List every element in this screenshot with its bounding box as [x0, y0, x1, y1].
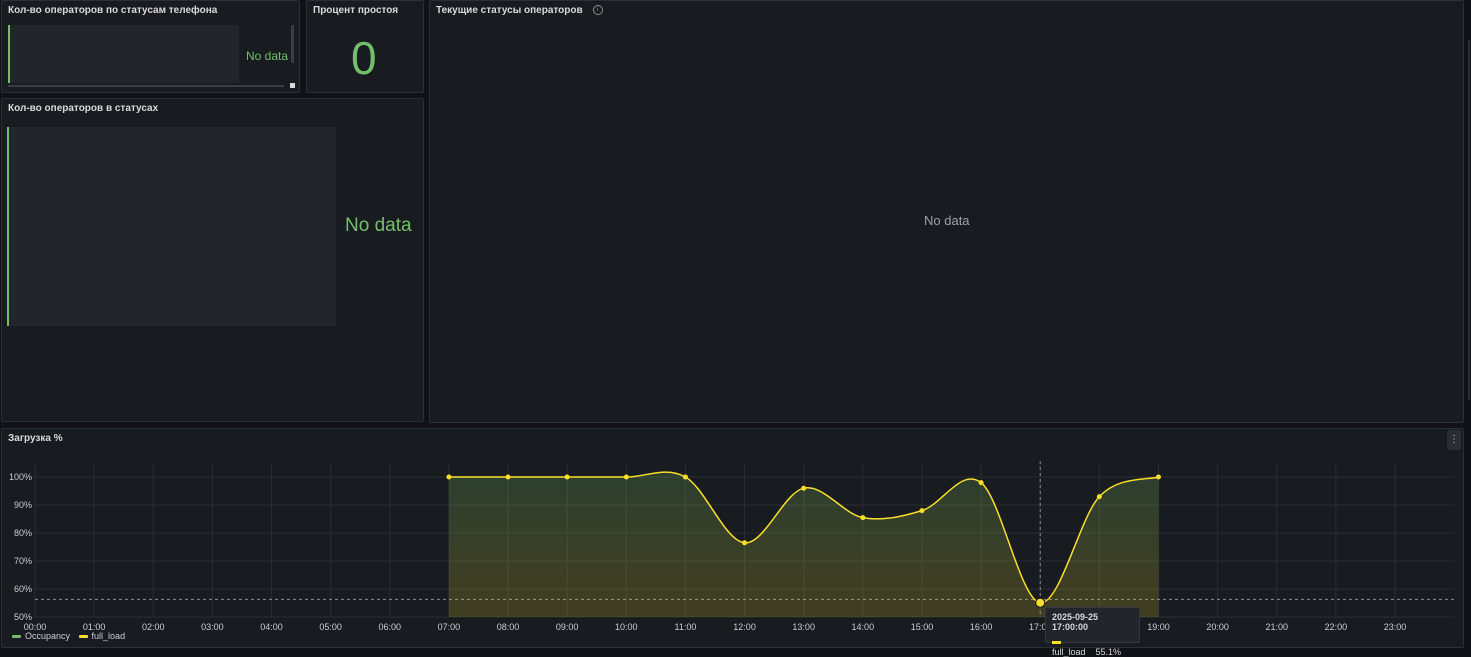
hover-tooltip: 2025-09-25 17:00:00 full_load 55.1%	[1045, 607, 1140, 657]
tooltip-value: 55.1%	[1095, 647, 1122, 657]
panel-title: Процент простоя	[313, 5, 399, 16]
data-point	[1155, 474, 1161, 480]
data-point	[978, 480, 984, 486]
data-point	[860, 515, 866, 521]
x-tick-label: 22:00	[1325, 622, 1348, 632]
data-point	[1096, 494, 1102, 500]
legend-item-occupancy[interactable]: Occupancy	[12, 631, 70, 641]
data-point	[742, 540, 748, 546]
x-tick-label: 03:00	[201, 622, 224, 632]
panel-title: Кол-во операторов в статусах	[8, 103, 159, 114]
data-point	[682, 474, 688, 480]
operators-in-status-panel: Кол-во операторов в статусах No data	[1, 98, 424, 422]
bar-gauge-area	[8, 25, 239, 83]
x-tick-label: 13:00	[792, 622, 815, 632]
panel-title: Кол-во операторов по статусам телефона	[8, 5, 218, 16]
chart-legend: Occupancy full_load	[12, 631, 131, 641]
x-tick-label: 16:00	[970, 622, 993, 632]
x-tick-label: 02:00	[142, 622, 165, 632]
tooltip-row: full_load 55.1%	[1052, 637, 1133, 657]
x-tick-label: 21:00	[1265, 622, 1288, 632]
x-tick-label: 23:00	[1384, 622, 1407, 632]
idle-percent-panel: Процент простоя 0	[306, 0, 424, 93]
bar-gauge-area	[7, 127, 336, 326]
panel-title-text: Текущие статусы операторов	[436, 5, 583, 16]
idle-percent-value: 0	[351, 32, 377, 84]
data-point	[564, 474, 570, 480]
no-data-label: No data	[924, 213, 970, 228]
legend-item-full-load[interactable]: full_load	[78, 631, 126, 641]
y-tick-label: 100%	[9, 472, 32, 482]
x-tick-label: 09:00	[556, 622, 579, 632]
tooltip-series: full_load	[1052, 647, 1086, 657]
legend-swatch	[12, 635, 21, 639]
x-tick-label: 20:00	[1206, 622, 1229, 632]
phone-status-panel: Кол-во операторов по статусам телефона N…	[1, 0, 300, 93]
x-tick-label: 15:00	[911, 622, 934, 632]
x-tick-label: 07:00	[438, 622, 461, 632]
x-tick-label: 11:00	[675, 622, 697, 632]
y-tick-label: 70%	[14, 556, 32, 566]
current-statuses-panel: Текущие статусы операторов i No data	[429, 0, 1464, 423]
data-point	[623, 474, 629, 480]
load-chart[interactable]: 50%60%70%80%90%100%00:00 01:00 02:00 03:00 0…	[2, 429, 1463, 647]
tooltip-time: 2025-09-25 17:00:00	[1052, 612, 1099, 632]
hover-point	[1035, 597, 1046, 608]
y-tick-label: 50%	[14, 612, 32, 622]
legend-label: full_load	[91, 631, 126, 641]
x-tick-label: 10:00	[615, 622, 638, 632]
scroll-corner-handle[interactable]	[290, 83, 295, 88]
x-tick-label: 14:00	[852, 622, 875, 632]
info-icon[interactable]: i	[592, 5, 603, 16]
tooltip-swatch	[1052, 641, 1061, 645]
page-scrollbar[interactable]	[1468, 40, 1470, 400]
no-data-label: No data	[345, 215, 412, 236]
horizontal-scrollbar[interactable]	[8, 85, 284, 87]
x-tick-label: 12:00	[733, 622, 756, 632]
vertical-scrollbar[interactable]	[291, 25, 294, 63]
x-tick-label: 19:00	[1147, 622, 1170, 632]
data-point	[801, 485, 807, 491]
x-tick-label: 05:00	[319, 622, 342, 632]
load-percent-panel: Загрузка % ⋮ 50% 60% 70% 80% 90% 100% 00:00 01:…	[1, 428, 1464, 657]
legend-swatch	[78, 635, 88, 639]
legend-label: Occupancy	[25, 631, 71, 641]
no-data-label: No data	[246, 49, 289, 63]
data-point	[505, 474, 511, 480]
y-tick-label: 90%	[14, 500, 32, 510]
x-tick-label: 08:00	[497, 622, 520, 632]
panel-title: Текущие статусы операторов i	[436, 5, 603, 16]
data-point	[446, 474, 452, 480]
x-tick-label: 06:00	[379, 622, 402, 632]
y-tick-label: 60%	[14, 584, 32, 594]
data-point	[919, 508, 925, 514]
y-tick-label: 80%	[14, 528, 32, 538]
x-tick-label: 04:00	[260, 622, 283, 632]
